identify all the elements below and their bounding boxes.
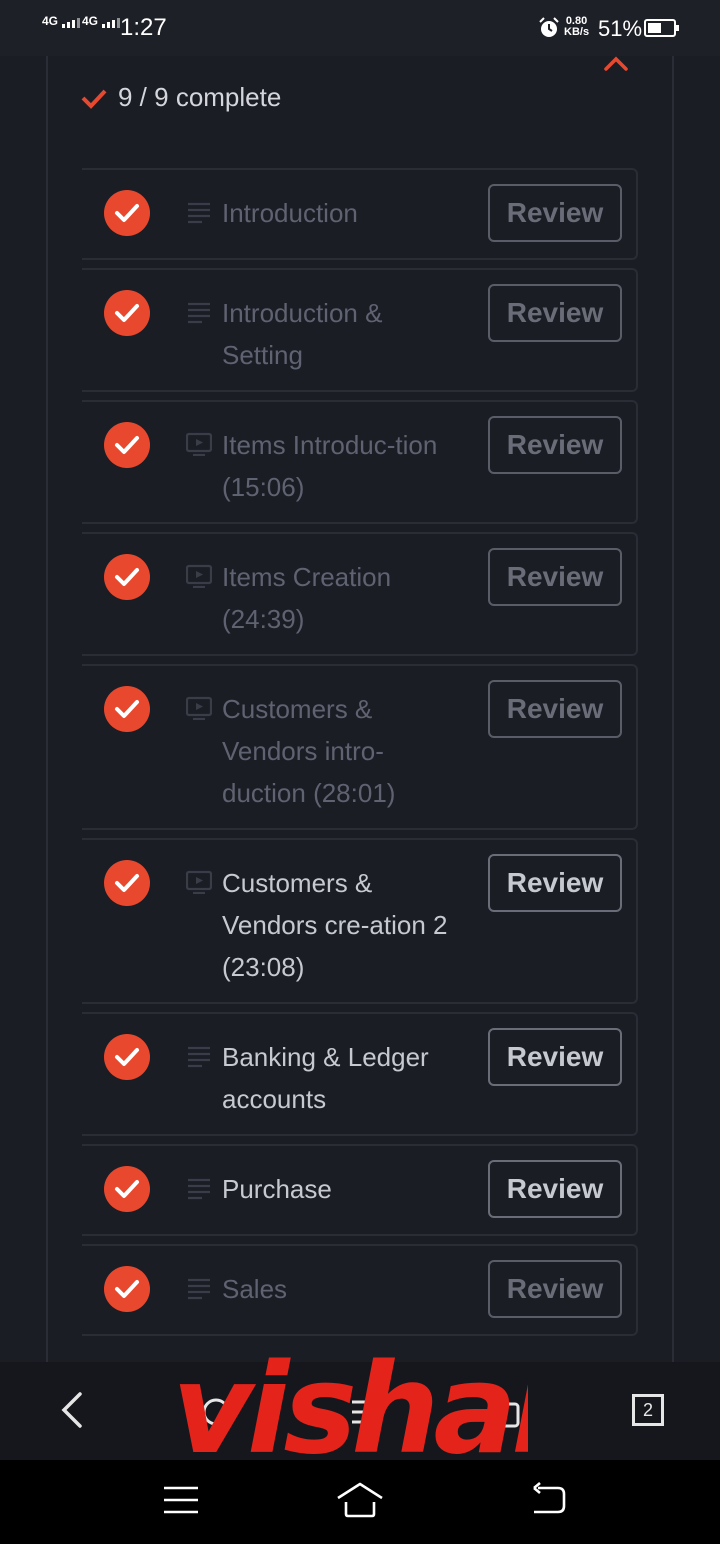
system-nav-bar (0, 1460, 720, 1544)
review-button[interactable]: Review (488, 1160, 622, 1218)
lesson-title[interactable]: Customers & Vendors cre-ation 2 (23:08) (222, 862, 452, 988)
lesson-item[interactable]: Banking & Ledger accounts Review (82, 1012, 638, 1136)
video-icon (185, 432, 213, 457)
menu-icon[interactable] (162, 1482, 200, 1518)
lesson-item[interactable]: Customers & Vendors cre-ation 2 (23:08) R… (82, 838, 638, 1004)
completed-check-icon (104, 290, 150, 336)
lesson-title[interactable]: Introduction (222, 192, 452, 234)
review-button[interactable]: Review (488, 184, 622, 242)
signal-2-icon: 4G (82, 14, 121, 28)
completed-check-icon (104, 1166, 150, 1212)
back-icon[interactable] (56, 1390, 90, 1430)
lesson-title[interactable]: Introduction & Setting (222, 292, 452, 376)
collapse-chevron-icon[interactable] (602, 54, 630, 74)
completed-check-icon (104, 860, 150, 906)
lesson-title[interactable]: Items Introduc-tion (15:06) (222, 424, 452, 508)
clock: 1:27 (120, 14, 167, 41)
network-type-2: 4G (82, 14, 99, 28)
lesson-title[interactable]: Sales (222, 1268, 452, 1310)
battery-percent: 51% (598, 16, 643, 41)
lesson-item[interactable]: Customers & Vendors intro-duction (28:01… (82, 664, 638, 830)
completed-check-icon (104, 190, 150, 236)
video-icon (185, 564, 213, 589)
review-button[interactable]: Review (488, 284, 622, 342)
tab-count: 2 (642, 1400, 653, 1420)
video-icon (185, 696, 213, 721)
review-button[interactable]: Review (488, 680, 622, 738)
watermark-signature: vishal (172, 1338, 528, 1480)
battery-icon (644, 19, 679, 37)
text-lesson-icon (186, 200, 212, 224)
lesson-item[interactable]: Items Creation (24:39) Review (82, 532, 638, 656)
back-icon[interactable] (528, 1480, 568, 1520)
text-lesson-icon (186, 1276, 212, 1300)
lesson-title[interactable]: Purchase (222, 1168, 452, 1210)
speed-unit: KB/s (564, 26, 590, 38)
network-type-1: 4G (42, 14, 59, 28)
review-button[interactable]: Review (488, 854, 622, 912)
review-button[interactable]: Review (488, 416, 622, 474)
completed-check-icon (104, 554, 150, 600)
home-icon[interactable] (334, 1478, 386, 1522)
signal-1-icon: 4G (42, 14, 81, 28)
section-progress: 9 / 9 complete (80, 82, 281, 113)
lesson-item[interactable]: Purchase Review (82, 1144, 638, 1236)
completed-check-icon (104, 1266, 150, 1312)
lesson-item[interactable]: Sales Review (82, 1244, 638, 1336)
lesson-item[interactable]: Introduction Review (82, 168, 638, 260)
network-speed: 0.80 KB/s (564, 16, 589, 38)
review-button[interactable]: Review (488, 548, 622, 606)
text-lesson-icon (186, 300, 212, 324)
video-icon (185, 870, 213, 895)
lesson-title[interactable]: Banking & Ledger accounts (222, 1036, 452, 1120)
lesson-title[interactable]: Items Creation (24:39) (222, 556, 452, 640)
review-button[interactable]: Review (488, 1260, 622, 1318)
progress-text: 9 / 9 complete (118, 82, 282, 112)
lesson-title[interactable]: Customers & Vendors intro-duction (28:01… (222, 688, 452, 814)
text-lesson-icon (186, 1176, 212, 1200)
completed-check-icon (104, 1034, 150, 1080)
review-button[interactable]: Review (488, 1028, 622, 1086)
lesson-item[interactable]: Items Introduc-tion (15:06) Review (82, 400, 638, 524)
status-bar: 4G 4G 1:27 0.80 KB/s 51% (0, 0, 720, 56)
lesson-item[interactable]: Introduction & Setting Review (82, 268, 638, 392)
text-lesson-icon (186, 1044, 212, 1068)
alarm-icon (539, 17, 559, 37)
completed-check-icon (104, 686, 150, 732)
tabs-icon[interactable]: 2 (632, 1394, 664, 1426)
svg-text:vishal: vishal (172, 1338, 528, 1480)
completed-check-icon (104, 422, 150, 468)
checkmark-icon (81, 89, 107, 109)
